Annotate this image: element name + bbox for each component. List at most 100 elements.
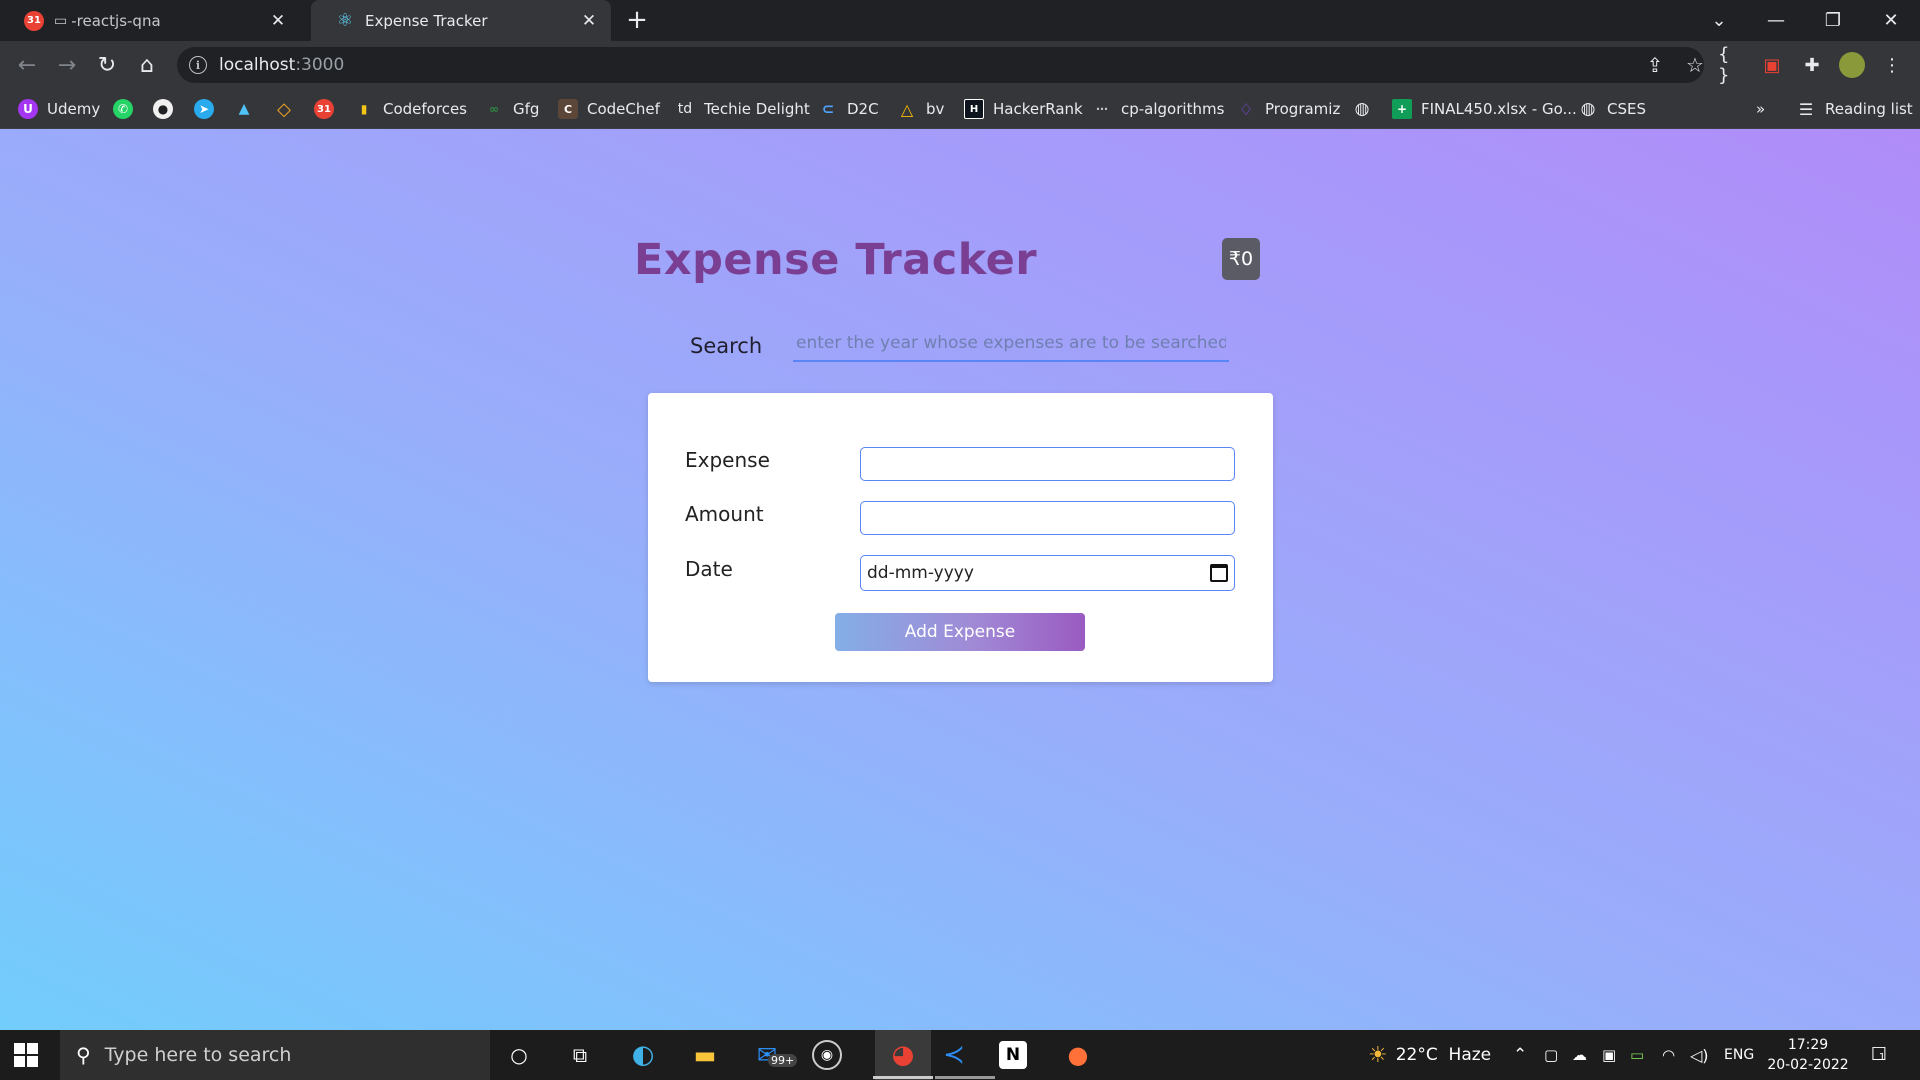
notion-icon[interactable]: N	[999, 1041, 1027, 1069]
bookmark-udemy[interactable]: U Udemy	[18, 98, 100, 120]
cortana-icon[interactable]: ○	[502, 1038, 536, 1072]
date-input[interactable]: dd-mm-yyyy	[860, 555, 1235, 591]
bookmark-programiz[interactable]: ♢ Programiz	[1236, 98, 1341, 120]
dell-icon[interactable]: ◉	[812, 1040, 842, 1070]
notification-count: 1	[1879, 1052, 1886, 1063]
reading-list-button[interactable]: ☰ Reading list	[1796, 98, 1913, 120]
weather-widget[interactable]: ☀ 22°C Haze	[1368, 1030, 1491, 1080]
close-window-button[interactable]: ✕	[1866, 0, 1916, 41]
bookmark-mountain[interactable]: ▲	[234, 98, 254, 120]
bookmark-techie-delight[interactable]: td Techie Delight	[675, 98, 810, 120]
vscode-icon[interactable]: ≺	[937, 1038, 971, 1072]
page-viewport: Expense Tracker ₹0 Search Expense Amount…	[0, 129, 1920, 1030]
address-bar[interactable]: i localhost :3000 ⇪ ☆	[177, 47, 1704, 83]
firefox-icon[interactable]: ●	[1061, 1038, 1095, 1072]
home-button[interactable]: ⌂	[132, 50, 162, 80]
new-tab-button[interactable]: +	[624, 7, 650, 34]
bookmark-telegram[interactable]: ➤	[194, 98, 214, 120]
mountain-icon: ▲	[238, 101, 250, 117]
tray-overflow-icon[interactable]: ⌃	[1513, 1030, 1527, 1080]
bookmark-codechef[interactable]: C CodeChef	[558, 98, 660, 120]
add-expense-button[interactable]: Add Expense	[835, 613, 1085, 651]
expense-form-card: Expense Amount Date dd-mm-yyyy Add Expen…	[648, 393, 1273, 682]
battery-saver-icon[interactable]: ▣	[1602, 1030, 1616, 1080]
bookmark-calendar[interactable]: 31	[314, 98, 334, 120]
calendar-picker-icon[interactable]	[1210, 564, 1228, 582]
close-tab-icon[interactable]: ✕	[268, 11, 288, 31]
tab-title: Expense Tracker	[365, 11, 488, 30]
language-indicator[interactable]: ENG	[1724, 1030, 1754, 1080]
udemy-icon: U	[18, 99, 38, 119]
notification-center-icon[interactable]: ☐ 1	[1866, 1041, 1892, 1067]
site-info-icon[interactable]: i	[189, 56, 207, 74]
bookmark-globe[interactable]: ◍	[1352, 98, 1372, 120]
battery-icon[interactable]: ▭	[1630, 1030, 1644, 1080]
system-clock[interactable]: 17:29 20-02-2022	[1766, 1035, 1850, 1075]
cp-algorithms-icon: ⋯	[1096, 102, 1108, 116]
file-explorer-icon[interactable]: ▬	[688, 1038, 722, 1072]
expense-input[interactable]	[860, 447, 1235, 481]
bookmarks-bar: U Udemy ✆ ● ➤ ▲ ◇ 31 ▮ Codeforces ∞ Gfg C Co…	[0, 89, 1920, 129]
wifi-icon[interactable]: ◠	[1662, 1030, 1675, 1080]
bookmark-final450[interactable]: + FINAL450.xlsx - Go...	[1392, 98, 1577, 120]
amount-input[interactable]	[860, 501, 1235, 535]
bookmark-github[interactable]: ●	[153, 98, 173, 120]
bookmarks-overflow-button[interactable]: »	[1756, 98, 1765, 120]
edge-icon[interactable]: ◐	[626, 1038, 660, 1072]
reading-list-icon: ☰	[1798, 99, 1814, 119]
mail-badge: 99+	[768, 1054, 798, 1067]
bookmark-cp-algorithms[interactable]: ⋯ cp-algorithms	[1092, 98, 1224, 120]
page-title: Expense Tracker	[634, 235, 1038, 285]
share-icon[interactable]: ⇪	[1642, 52, 1668, 78]
vscode-running-indicator	[935, 1076, 995, 1079]
extension-red-icon[interactable]: ▣	[1758, 51, 1786, 79]
bookmark-star-icon[interactable]: ☆	[1682, 52, 1708, 78]
google-drive-icon: △	[900, 99, 914, 119]
bookmark-diamond[interactable]: ◇	[274, 98, 294, 120]
json-extension-icon[interactable]: { }	[1718, 44, 1746, 86]
onedrive-icon[interactable]: ☁	[1572, 1030, 1587, 1080]
forward-button[interactable]: →	[52, 50, 82, 80]
amount-label: Amount	[685, 502, 764, 526]
task-view-icon[interactable]: ⧉	[563, 1038, 597, 1072]
tab-search-icon[interactable]: ⌄	[1694, 0, 1744, 41]
close-tab-icon[interactable]: ✕	[579, 11, 599, 31]
browser-menu-icon[interactable]: ⋮	[1878, 51, 1906, 79]
search-label: Search	[690, 334, 763, 358]
monitor-icon: ▭	[54, 12, 68, 29]
profile-avatar[interactable]	[1838, 51, 1866, 79]
mail-icon[interactable]: ✉ 99+	[750, 1038, 798, 1072]
bookmark-whatsapp[interactable]: ✆	[113, 98, 133, 120]
bookmark-gfg[interactable]: ∞ Gfg	[484, 98, 539, 120]
bookmark-d2c[interactable]: ⊂ D2C	[818, 98, 879, 120]
search-input[interactable]	[793, 326, 1229, 362]
tab-title: -reactjs-qna	[71, 11, 161, 30]
reload-button[interactable]: ↻	[92, 50, 122, 80]
extensions-puzzle-icon[interactable]: ✚	[1798, 51, 1826, 79]
restore-button[interactable]: ❐	[1808, 0, 1858, 41]
chrome-icon[interactable]: ◕	[875, 1030, 931, 1080]
back-button[interactable]: ←	[12, 50, 42, 80]
github-icon: ●	[153, 99, 173, 119]
bookmark-cses[interactable]: ◍ CSES	[1578, 98, 1646, 120]
tab-expense-tracker[interactable]: ⚛ Expense Tracker ✕	[311, 0, 611, 41]
browser-toolbar: ← → ↻ ⌂ i localhost :3000 ⇪ ☆ { } ▣ ✚ ⋮	[0, 41, 1920, 89]
taskbar-search-box[interactable]: ⚲ Type here to search	[60, 1030, 490, 1080]
tab-strip: 31 ▭ -reactjs-qna ✕ ⚛ Expense Tracker ✕ …	[0, 0, 1920, 41]
volume-icon[interactable]: ◁)	[1690, 1030, 1709, 1080]
windows-start-icon[interactable]	[14, 1043, 38, 1067]
codechef-icon: C	[558, 99, 578, 119]
meet-icon[interactable]: ▢	[1544, 1030, 1558, 1080]
google-calendar-icon: 31	[24, 10, 44, 31]
diamond-icon: ◇	[277, 98, 291, 120]
bookmark-hackerrank[interactable]: H HackerRank	[964, 98, 1083, 120]
gfg-icon: ∞	[489, 102, 499, 116]
minimize-button[interactable]: —	[1751, 0, 1801, 41]
globe-icon: ◍	[1354, 99, 1370, 119]
tab-reactjs-qna[interactable]: 31 ▭ -reactjs-qna ✕	[0, 0, 300, 41]
bookmark-bv[interactable]: △ bv	[897, 98, 945, 120]
telegram-icon: ➤	[194, 99, 214, 119]
d2c-icon: ⊂	[821, 100, 835, 118]
programiz-icon: ♢	[1238, 99, 1254, 119]
bookmark-codeforces[interactable]: ▮ Codeforces	[354, 98, 467, 120]
